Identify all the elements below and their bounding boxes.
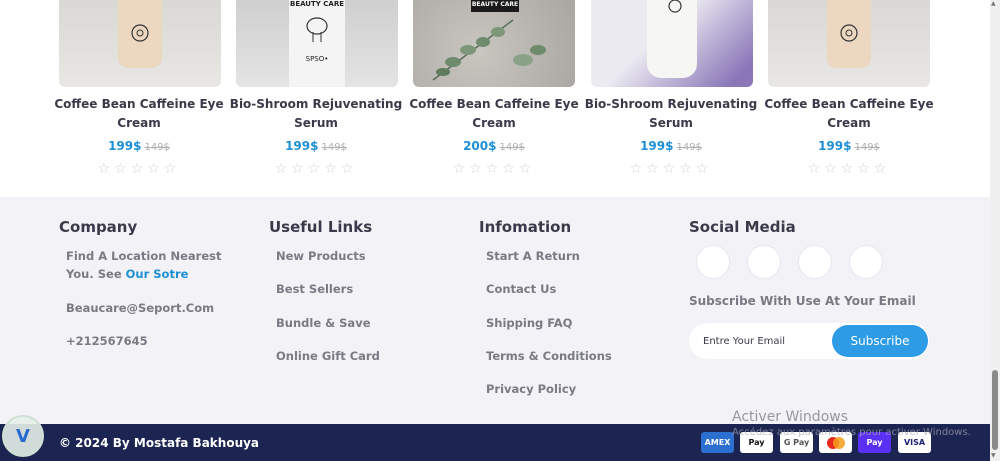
footer-link-gift-card[interactable]: Online Gift Card (276, 347, 380, 365)
scrollbar[interactable]: ▲ ▼ (990, 0, 1000, 461)
social-icon[interactable] (747, 245, 781, 279)
footer-link-new-products[interactable]: New Products (276, 247, 366, 265)
scroll-thumb[interactable] (992, 370, 998, 450)
rating-stars: ☆☆☆☆☆ (274, 161, 358, 177)
footer-link-best-sellers[interactable]: Best Sellers (276, 280, 353, 298)
product-row: Coffee Bean Caffeine Eye Cream 199$ 149$ … (0, 0, 990, 197)
product-price: 199$ 149$ (640, 139, 702, 153)
product-price: 199$ 149$ (818, 139, 880, 153)
amex-icon: AMEX (701, 432, 734, 453)
information-title: Infomation (479, 218, 572, 236)
footer-link-contact-us[interactable]: Contact Us (486, 280, 556, 298)
footer: Company Find A Location Nearest You. See… (0, 197, 990, 424)
useful-links-title: Useful Links (269, 218, 373, 236)
flower-icon (668, 0, 682, 13)
bottle-label: BEAUTY CARE (289, 0, 344, 8)
footer-link-bundle-save[interactable]: Bundle & Save (276, 314, 371, 332)
product-image[interactable] (768, 0, 930, 87)
footer-link-shipping-faq[interactable]: Shipping FAQ (486, 314, 572, 332)
company-phone[interactable]: +212567645 (66, 332, 148, 350)
mushroom-icon (306, 17, 328, 42)
footer-link-start-return[interactable]: Start A Return (486, 247, 580, 265)
scroll-up-icon[interactable]: ▲ (991, 0, 996, 7)
social-icon[interactable] (849, 245, 883, 279)
product-image[interactable]: BEAUTY CARE (413, 0, 575, 87)
rating-stars: ☆☆☆☆☆ (629, 161, 713, 177)
subscribe-text: Subscribe With Use At Your Email (689, 294, 916, 308)
social-media-title: Social Media (689, 218, 796, 236)
social-icon[interactable] (798, 245, 832, 279)
rating-stars: ☆☆☆☆☆ (97, 161, 181, 177)
product-name[interactable]: Bio-Shroom Rejuvenating Serum (227, 95, 405, 133)
company-email[interactable]: Beaucare@Seport.Com (66, 299, 214, 317)
floating-logo-icon[interactable]: V (2, 415, 44, 457)
scroll-down-icon[interactable]: ▼ (991, 452, 996, 459)
product-image[interactable] (591, 0, 753, 87)
flower-icon (840, 24, 858, 42)
subscribe-button[interactable]: Subscribe (832, 325, 928, 357)
company-address: Find A Location Nearest You. See Our Sot… (66, 249, 222, 281)
subscribe-form: Subscribe (689, 323, 929, 359)
footer-link-privacy[interactable]: Privacy Policy (486, 380, 576, 398)
eucalyptus-icon (432, 19, 546, 81)
product-name[interactable]: Bio-Shroom Rejuvenating Serum (582, 95, 760, 133)
product-price: 199$ 149$ (108, 139, 170, 153)
flower-icon (131, 24, 149, 42)
product-price: 199$ 149$ (285, 139, 347, 153)
rating-stars: ☆☆☆☆☆ (807, 161, 891, 177)
email-input[interactable] (703, 323, 833, 359)
social-icon[interactable] (696, 245, 730, 279)
footer-link-terms[interactable]: Terms & Conditions (486, 347, 612, 365)
copyright: © 2024 By Mostafa Bakhouya (59, 436, 260, 450)
product-name[interactable]: Coffee Bean Caffeine Eye Cream (50, 95, 228, 133)
product-image[interactable] (59, 0, 221, 87)
our-store-link[interactable]: Our Sotre (126, 267, 189, 281)
product-price: 200$ 149$ (463, 139, 525, 153)
product-name[interactable]: Coffee Bean Caffeine Eye Cream (760, 95, 938, 133)
bottle-text: SPSO• (305, 55, 329, 63)
product-image[interactable]: BEAUTY CARE SPSO• (236, 0, 398, 87)
windows-watermark-title: Activer Windows (732, 409, 849, 425)
company-title: Company (59, 218, 138, 236)
product-name[interactable]: Coffee Bean Caffeine Eye Cream (405, 95, 583, 133)
rating-stars: ☆☆☆☆☆ (452, 161, 536, 177)
windows-watermark-subtitle: Accédez aux paramètres pour activer Wind… (732, 427, 971, 438)
